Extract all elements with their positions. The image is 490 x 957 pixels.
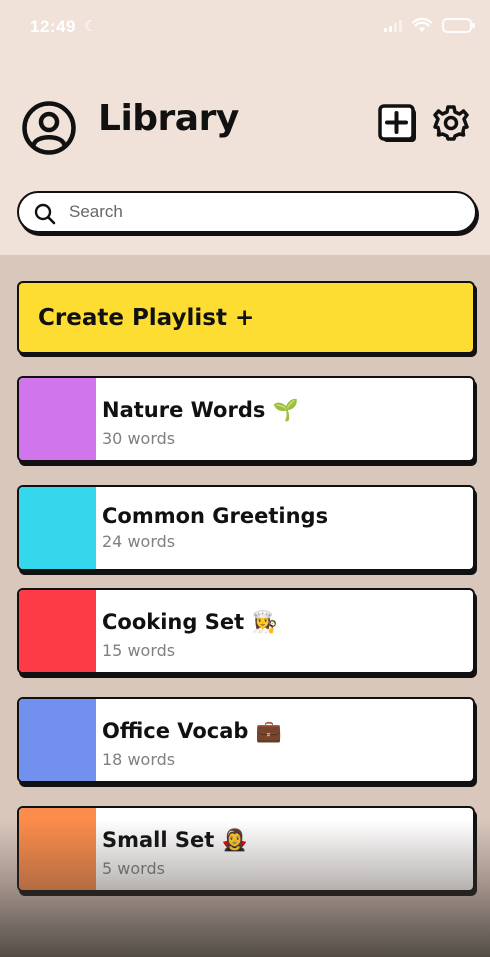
playlist-word-count: 18 words bbox=[102, 750, 176, 769]
playlist-name: Office Vocab 💼 bbox=[102, 719, 282, 743]
playlist-color-swatch bbox=[19, 699, 96, 781]
playlist-card[interactable]: Common Greetings 24 words bbox=[17, 485, 475, 571]
wifi-icon bbox=[412, 18, 432, 32]
status-time: 12:49 bbox=[30, 17, 76, 36]
create-playlist-button[interactable]: Create Playlist + bbox=[17, 281, 475, 354]
playlist-word-count: 24 words bbox=[102, 532, 176, 551]
search-bar[interactable] bbox=[17, 191, 477, 233]
playlist-name: Cooking Set 👩‍🍳 bbox=[102, 610, 278, 634]
page-title: Library bbox=[98, 98, 239, 139]
playlist-card[interactable]: Cooking Set 👩‍🍳 15 words bbox=[17, 588, 475, 674]
playlist-color-swatch bbox=[19, 808, 96, 890]
playlist-color-swatch bbox=[19, 378, 96, 460]
playlist-card[interactable]: Small Set 🧛‍♀️ 5 words bbox=[17, 806, 475, 892]
playlist-color-swatch bbox=[19, 487, 96, 569]
playlist-card[interactable]: Nature Words 🌱 30 words bbox=[17, 376, 475, 462]
signal-icon bbox=[384, 19, 402, 32]
playlist-color-swatch bbox=[19, 590, 96, 672]
playlist-name: Small Set 🧛‍♀️ bbox=[102, 828, 248, 852]
playlist-word-count: 5 words bbox=[102, 859, 165, 878]
search-input[interactable] bbox=[69, 198, 459, 226]
playlist-card[interactable]: Office Vocab 💼 18 words bbox=[17, 697, 475, 783]
search-icon bbox=[34, 203, 56, 225]
playlist-word-count: 30 words bbox=[102, 429, 176, 448]
moon-icon: ☾ bbox=[84, 18, 98, 35]
plus-square-icon[interactable] bbox=[378, 104, 418, 144]
playlist-word-count: 15 words bbox=[102, 641, 176, 660]
status-bar: 12:49 ☾ bbox=[0, 0, 490, 54]
library-header: Library bbox=[0, 90, 490, 160]
battery-icon bbox=[442, 18, 475, 33]
create-playlist-label: Create Playlist + bbox=[38, 305, 255, 331]
status-indicators bbox=[384, 18, 475, 33]
playlist-name: Common Greetings bbox=[102, 504, 329, 528]
person-circle-icon[interactable] bbox=[22, 101, 76, 155]
playlist-name: Nature Words 🌱 bbox=[102, 398, 299, 422]
gear-icon[interactable] bbox=[432, 104, 470, 142]
